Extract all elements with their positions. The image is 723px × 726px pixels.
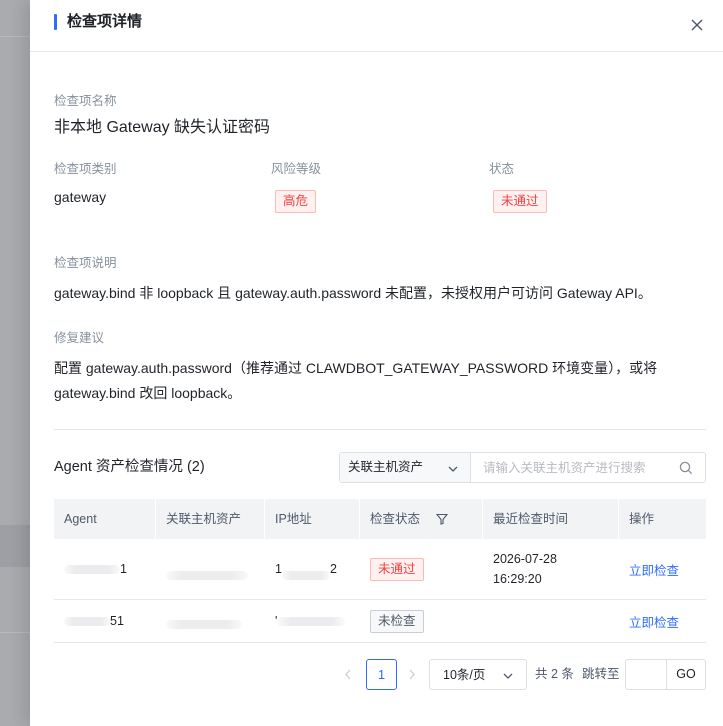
asset-section-title: Agent 资产检查情况 (2) <box>54 459 205 475</box>
time-clock: 16:29:20 <box>493 572 542 586</box>
pagination: 1 10条/页 共 2 条 跳转至 GO <box>54 659 706 690</box>
column-header: 操作 <box>629 512 655 526</box>
background-divider <box>0 36 30 37</box>
drawer-title: 检查项详情 <box>67 13 143 30</box>
chevron-left-icon <box>345 669 351 680</box>
page-size-select[interactable]: 10条/页 <box>429 659 527 690</box>
check-status-badge: 未通过 <box>370 557 424 581</box>
category-value: gateway <box>54 189 107 205</box>
description-label: 检查项说明 <box>54 256 117 270</box>
chevron-down-icon <box>448 466 458 472</box>
column-header: 关联主机资产 <box>156 499 265 539</box>
ip-value-start: 1 <box>275 562 282 576</box>
column-header-status: 检查状态 <box>360 499 483 539</box>
agent-cell: 51 <box>54 600 156 642</box>
time-cell <box>483 600 619 642</box>
chevron-right-icon <box>409 669 415 680</box>
table-header: Agent 关联主机资产 IP地址 检查状态 最近检查时间 操作 <box>54 499 706 539</box>
close-icon[interactable] <box>687 15 707 35</box>
ip-cell: 12 <box>265 539 360 599</box>
host-cell <box>156 539 265 599</box>
category-field: 检查项类别 gateway <box>54 161 117 207</box>
filter-field-value: 关联主机资产 <box>348 460 424 474</box>
time-date: 2026-07-28 <box>493 552 557 566</box>
next-page-button[interactable] <box>400 659 424 690</box>
redacted-text <box>277 616 346 626</box>
redacted-text <box>281 570 330 580</box>
jump-page-input[interactable] <box>625 659 667 690</box>
background-divider <box>0 632 30 633</box>
redacted-text <box>166 570 248 580</box>
background-row-highlight <box>0 525 30 567</box>
agent-value: 1 <box>120 562 127 576</box>
column-header-label: 检查状态 <box>370 512 421 526</box>
go-button[interactable]: GO <box>666 659 706 690</box>
agent-cell: 1 <box>54 539 156 599</box>
risk-field: 风险等级 高危 <box>271 161 321 213</box>
check-status-badge: 未检查 <box>370 609 424 633</box>
fix-suggestion-label: 修复建议 <box>54 331 105 345</box>
description-value: gateway.bind 非 loopback 且 gateway.auth.p… <box>54 285 652 301</box>
risk-label: 风险等级 <box>271 162 322 176</box>
filter-icon[interactable] <box>436 513 448 525</box>
redacted-text <box>64 564 120 574</box>
section-divider <box>54 429 706 430</box>
table-row: 51 ' 未检查 立即检查 <box>54 600 706 643</box>
column-header: 最近检查时间 <box>483 499 619 539</box>
status-cell: 未检查 <box>360 600 483 642</box>
prev-page-button[interactable] <box>336 659 360 690</box>
ip-cell: ' <box>265 600 360 642</box>
asset-search-input[interactable] <box>471 453 705 482</box>
time-cell: 2026-07-28 16:29:20 <box>483 539 619 599</box>
column-header: IP地址 <box>265 499 360 539</box>
action-cell: 立即检查 <box>619 539 706 599</box>
total-count: 共 2 条 <box>535 667 574 681</box>
redacted-text <box>64 616 110 626</box>
risk-badge: 高危 <box>275 190 317 213</box>
asset-search-group: 关联主机资产 <box>339 452 706 483</box>
status-label: 状态 <box>489 162 515 176</box>
asset-table: Agent 关联主机资产 IP地址 检查状态 最近检查时间 操作 1 12 未通… <box>54 499 706 643</box>
page-size-value: 10条/页 <box>443 668 486 682</box>
jump-to-label: 跳转至 <box>582 667 620 681</box>
page-number-button[interactable]: 1 <box>366 659 397 690</box>
category-label: 检查项类别 <box>54 162 117 176</box>
background-page-overlay[interactable] <box>0 0 30 726</box>
fix-suggestion-line: gateway.bind 改回 loopback。 <box>54 385 242 401</box>
status-badge: 未通过 <box>493 190 547 213</box>
title-accent-bar <box>54 14 57 30</box>
chevron-down-icon <box>503 673 513 679</box>
agent-value: 51 <box>110 614 124 628</box>
column-header: Agent <box>54 499 156 539</box>
ip-value-end: 2 <box>329 562 337 576</box>
drawer-header: 检查项详情 <box>30 0 723 52</box>
search-icon[interactable] <box>679 461 693 475</box>
redacted-text <box>166 619 242 629</box>
fix-suggestion-line: 配置 gateway.auth.password（推荐通过 CLAWDBOT_G… <box>54 360 658 376</box>
check-now-link[interactable]: 立即检查 <box>629 560 679 579</box>
table-row: 1 12 未通过 2026-07-28 16:29:20 立即检查 <box>54 539 706 600</box>
check-name-label: 检查项名称 <box>54 94 117 108</box>
status-cell: 未通过 <box>360 539 483 599</box>
fix-suggestion-value: 配置 gateway.auth.password（推荐通过 CLAWDBOT_G… <box>54 356 706 406</box>
detail-drawer: 检查项详情 检查项名称 非本地 Gateway 缺失认证密码 检查项类别 gat… <box>30 0 723 726</box>
filter-field-select[interactable]: 关联主机资产 <box>340 453 471 482</box>
host-cell <box>156 600 265 642</box>
action-cell: 立即检查 <box>619 600 706 642</box>
status-field: 状态 未通过 <box>489 161 547 213</box>
check-name-value: 非本地 Gateway 缺失认证密码 <box>54 119 271 136</box>
check-now-link[interactable]: 立即检查 <box>629 612 679 631</box>
